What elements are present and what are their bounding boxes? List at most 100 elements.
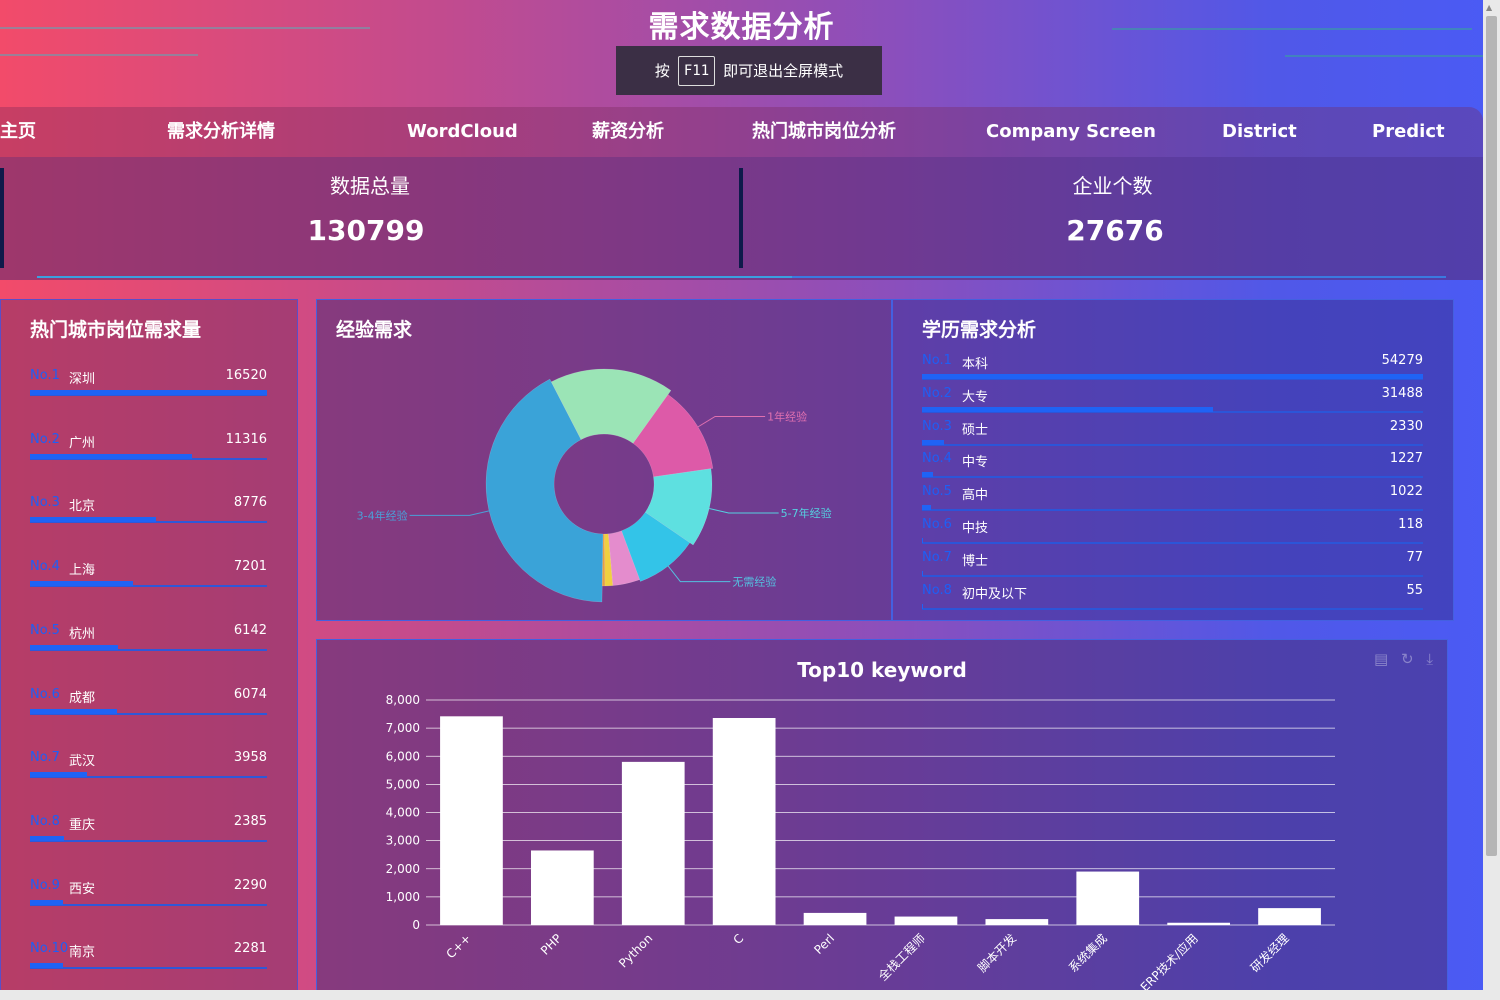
rank-number: No.7 xyxy=(922,549,952,565)
education-label: 博士 xyxy=(962,553,989,569)
education-track xyxy=(922,542,1423,544)
nav-item-demand-detail[interactable]: 需求分析详情 xyxy=(167,107,275,157)
x-tick-label: 全栈工程师 xyxy=(875,931,928,984)
nav-item-home[interactable]: 主页 xyxy=(0,107,36,157)
total-count-value: 130799 xyxy=(307,214,425,247)
rank-number: No.8 xyxy=(922,582,952,598)
rank-number: No.7 xyxy=(30,750,60,766)
rank-number: No.6 xyxy=(30,686,60,702)
nav-item-hot-city[interactable]: 热门城市岗位分析 xyxy=(752,107,896,157)
rank-bar xyxy=(30,835,65,841)
f11-key-badge: F11 xyxy=(677,55,716,86)
bar xyxy=(530,850,594,925)
rank-bar xyxy=(30,517,156,523)
x-tick-label: 研发经理 xyxy=(1247,931,1292,976)
nav-item-predict[interactable]: Predict xyxy=(1372,107,1445,157)
rank-number: No.4 xyxy=(922,451,952,467)
education-title: 学历需求分析 xyxy=(922,319,1037,341)
rank-number: No.3 xyxy=(922,418,952,434)
rank-value: 2385 xyxy=(233,813,267,829)
city-name: 南京 xyxy=(69,945,96,961)
city-name: 杭州 xyxy=(69,626,96,642)
education-bar xyxy=(922,505,932,511)
rank-bar xyxy=(30,644,119,650)
main-nav: 主页 需求分析详情 WordCloud 薪资分析 热门城市岗位分析 Compan… xyxy=(0,107,1483,157)
city-ranking-title: 热门城市岗位需求量 xyxy=(30,319,202,341)
nav-item-wordcloud[interactable]: WordCloud xyxy=(407,107,518,157)
experience-donut-chart: 3-4年经验 1年经验 5-7年经验无需经验 xyxy=(357,368,832,603)
bar-chart-title: Top10 keyword xyxy=(797,658,967,682)
rank-bar xyxy=(30,963,63,969)
label-leader-line xyxy=(667,565,731,583)
rank-number: No.1 xyxy=(30,368,60,383)
education-value: 31488 xyxy=(1381,385,1423,401)
x-tick-label: 脚本开发 xyxy=(974,931,1019,976)
education-value: 2330 xyxy=(1389,418,1423,434)
city-name: 成都 xyxy=(69,690,96,706)
header-decoration-line xyxy=(1285,55,1483,57)
education-value: 55 xyxy=(1406,582,1423,598)
rank-number: No.8 xyxy=(30,813,60,829)
x-tick-label: 系统集成 xyxy=(1065,931,1110,976)
label-leader-line xyxy=(697,415,766,428)
stat-underline xyxy=(792,276,1446,278)
rank-track xyxy=(30,839,267,842)
rank-bar xyxy=(30,772,87,778)
education-value: 1022 xyxy=(1389,484,1423,500)
pie-label: 3-4年经验 xyxy=(357,508,408,522)
education-track xyxy=(922,476,1423,479)
label-leader-line xyxy=(409,510,490,516)
rank-number: No.3 xyxy=(30,495,60,511)
rank-value: 6142 xyxy=(233,622,267,638)
city-name: 重庆 xyxy=(69,817,96,833)
rank-number: No.9 xyxy=(30,877,60,893)
city-name: 武汉 xyxy=(69,754,96,770)
fullscreen-notice-suffix: 即可退出全屏模式 xyxy=(723,62,844,80)
x-tick-label: Perl xyxy=(811,931,837,957)
education-label: 中专 xyxy=(962,455,989,471)
education-track xyxy=(922,509,1423,512)
education-value: 118 xyxy=(1398,517,1423,532)
education-label: 高中 xyxy=(962,488,989,504)
city-name: 深圳 xyxy=(69,372,96,387)
y-tick-label: 5,000 xyxy=(386,777,420,791)
keyword-bar-chart: Top10 keyword 0 1,000 2,000 3,000 4,000 5,000 6… xyxy=(386,658,1335,994)
education-label: 本科 xyxy=(962,357,989,372)
education-track xyxy=(922,574,1423,577)
vertical-scrollbar[interactable]: ▲ xyxy=(1483,0,1500,1000)
scroll-up-icon[interactable]: ▲ xyxy=(1486,3,1492,12)
y-tick-label: 1,000 xyxy=(386,890,420,904)
company-count-value: 27676 xyxy=(1066,214,1164,247)
y-tick-label: 3,000 xyxy=(386,834,420,848)
education-value: 54279 xyxy=(1381,353,1423,368)
stat-underline xyxy=(37,276,792,278)
bar xyxy=(621,761,685,925)
bar xyxy=(1076,871,1140,925)
horizontal-scrollbar[interactable] xyxy=(0,990,1483,1000)
education-bar xyxy=(922,374,1423,379)
nav-item-district[interactable]: District xyxy=(1222,107,1297,157)
rank-number: No.10 xyxy=(30,941,69,957)
bar xyxy=(894,916,958,925)
bar xyxy=(803,912,867,925)
city-name: 北京 xyxy=(69,499,96,515)
rank-number: No.5 xyxy=(922,484,952,500)
rank-value: 2290 xyxy=(233,877,267,893)
label-leader-line xyxy=(709,508,779,514)
nav-item-salary[interactable]: 薪资分析 xyxy=(592,107,664,157)
y-tick-label: 2,000 xyxy=(386,862,420,876)
rank-value: 16520 xyxy=(225,368,267,383)
city-name: 上海 xyxy=(69,563,96,579)
rank-bar xyxy=(30,708,118,714)
rank-bar xyxy=(30,390,267,395)
city-name: 广州 xyxy=(69,435,96,451)
rank-value: 8776 xyxy=(233,495,267,511)
scrollbar-thumb[interactable] xyxy=(1486,16,1497,856)
y-tick-label: 7,000 xyxy=(386,721,420,735)
rank-bar xyxy=(30,453,193,459)
nav-item-company-screen[interactable]: Company Screen xyxy=(986,107,1156,157)
x-tick-label: C++ xyxy=(444,931,474,961)
education-value: 77 xyxy=(1406,549,1423,565)
pie-label: 无需经验 xyxy=(732,575,776,589)
y-tick-label: 0 xyxy=(412,918,420,932)
